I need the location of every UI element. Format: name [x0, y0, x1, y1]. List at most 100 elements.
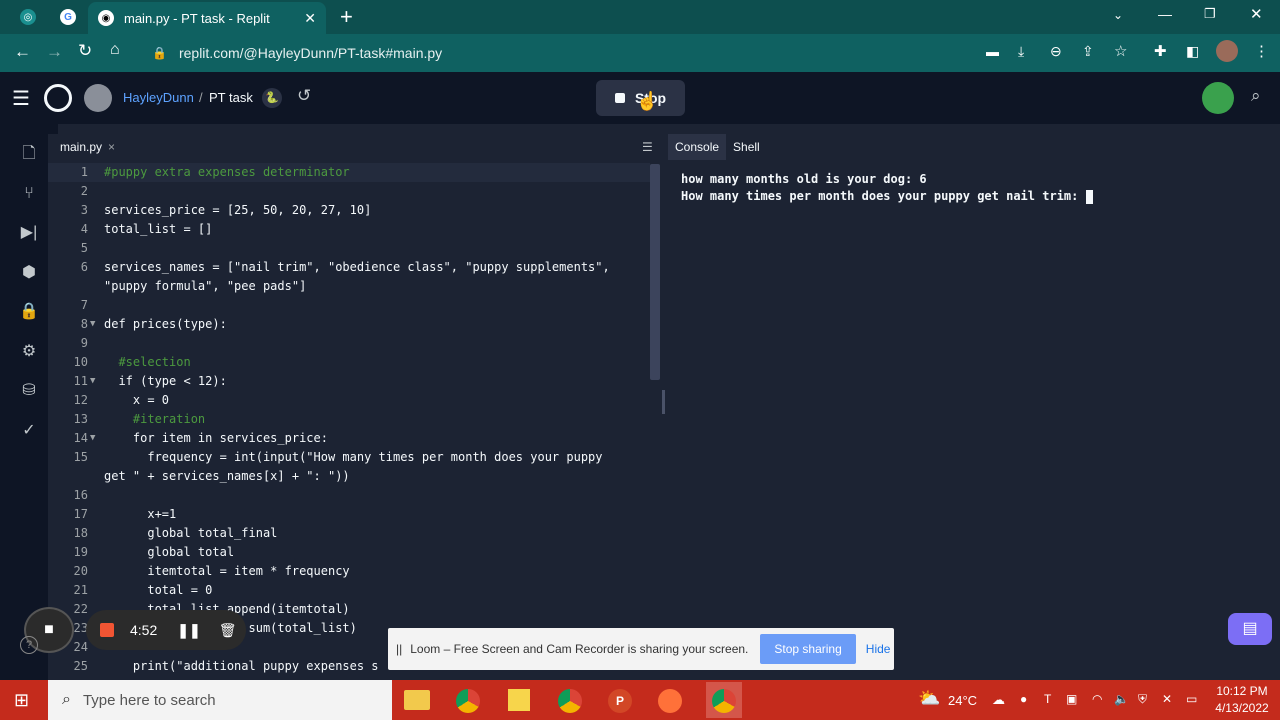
extensions-icon[interactable]: ✚	[1154, 42, 1167, 60]
code-line[interactable]: 7	[48, 296, 650, 315]
battery-icon[interactable]: ▭	[1186, 692, 1197, 706]
code-line[interactable]: 17 x+=1	[48, 505, 650, 524]
editor-settings-icon[interactable]: ☰	[642, 140, 653, 154]
new-tab-button[interactable]: +	[340, 4, 353, 30]
code-line[interactable]: 9	[48, 334, 650, 353]
forward-icon[interactable]: →	[46, 42, 63, 62]
file-tab-main-py[interactable]: main.py	[60, 140, 102, 154]
username-link[interactable]: HayleyDunn	[123, 90, 194, 105]
google-icon[interactable]: G	[60, 9, 76, 25]
wifi-icon[interactable]: ◠	[1092, 692, 1102, 706]
hamburger-icon[interactable]: ☰	[12, 86, 30, 111]
home-icon[interactable]: ⌂	[110, 41, 120, 59]
code-line[interactable]: 8 ▼ def prices(type):	[48, 315, 650, 334]
tab-search-icon[interactable]: ⌄	[1113, 8, 1123, 22]
chrome-profile-icon[interactable]	[558, 689, 582, 713]
code-line[interactable]: 3 services_price = [25, 50, 20, 27, 10]	[48, 201, 650, 220]
stop-sharing-button[interactable]: Stop sharing	[760, 634, 856, 664]
code-line[interactable]: 12 x = 0	[48, 391, 650, 410]
clock-time[interactable]: 10:12 PM	[1212, 684, 1272, 698]
share-icon[interactable]: ⇪	[1082, 43, 1094, 60]
taskbar-search[interactable]: ⌕ Type here to search	[48, 680, 392, 720]
chrome-tray-icon[interactable]: ●	[1020, 692, 1027, 706]
camera-icon[interactable]: ▬	[986, 44, 999, 59]
packages-icon[interactable]: ⬢	[19, 263, 39, 283]
loom-delete-icon[interactable]: 🗑	[219, 622, 237, 639]
loom-pause-icon[interactable]: ❚❚	[177, 622, 200, 639]
code-line[interactable]: 21 total = 0	[48, 581, 650, 600]
code-line[interactable]: 19 global total	[48, 543, 650, 562]
code-line[interactable]: 1 #puppy extra expenses determinator	[48, 163, 650, 182]
firefox-icon[interactable]	[658, 689, 682, 713]
secrets-lock-icon[interactable]: 🔒	[19, 302, 39, 322]
code-line[interactable]: 6 services_names = ["nail trim", "obedien…	[48, 258, 650, 277]
menu-kebab-icon[interactable]: ⋮	[1254, 42, 1269, 60]
settings-gear-icon[interactable]: ⚙	[19, 342, 39, 362]
check-icon[interactable]: ✓	[19, 421, 39, 441]
close-file-tab-icon[interactable]: ×	[108, 140, 115, 154]
account-avatar[interactable]	[1202, 82, 1234, 114]
close-tab-icon[interactable]: ✕	[304, 10, 316, 27]
sidepanel-icon[interactable]: ◧	[1186, 43, 1199, 60]
search-icon[interactable]: ⌕	[1251, 86, 1261, 106]
code-line[interactable]: 4 total_list = []	[48, 220, 650, 239]
tab-favicon-icon[interactable]: ◎	[20, 9, 36, 25]
back-icon[interactable]: ←	[14, 42, 31, 62]
hide-button[interactable]: Hide	[866, 642, 891, 656]
fold-chevron-icon[interactable]: ▼	[90, 429, 95, 448]
help-icon[interactable]: ?	[20, 636, 38, 654]
clock-date[interactable]: 4/13/2022	[1210, 701, 1274, 715]
chat-icon[interactable]: ▤	[1228, 613, 1272, 645]
code-line[interactable]: 14 ▼ for item in services_price:	[48, 429, 650, 448]
version-control-icon[interactable]: ⑂	[19, 184, 39, 204]
loom-record-stop-icon[interactable]	[100, 623, 114, 637]
minimize-icon[interactable]: —	[1158, 6, 1172, 22]
lock-icon[interactable]: 🔒	[152, 46, 167, 60]
code-line[interactable]: 20 itemtotal = item * frequency	[48, 562, 650, 581]
install-icon[interactable]: ⤓	[1018, 43, 1024, 60]
sticky-notes-icon[interactable]	[508, 689, 530, 711]
code-line[interactable]: get " + services_names[x] + ": "))	[48, 467, 650, 486]
close-window-icon[interactable]: ✕	[1250, 5, 1263, 23]
code-line[interactable]: 15 frequency = int(input("How many times…	[48, 448, 650, 467]
project-name[interactable]: PT task	[209, 90, 253, 105]
chrome-icon[interactable]	[456, 689, 480, 713]
files-icon[interactable]: 🗋	[19, 144, 39, 164]
chrome-active-icon[interactable]	[712, 689, 736, 713]
code-line[interactable]: 18 global total_final	[48, 524, 650, 543]
zoom-icon[interactable]: ⊖	[1050, 43, 1062, 60]
pane-resize-handle[interactable]	[662, 390, 665, 414]
fold-chevron-icon[interactable]: ▼	[90, 315, 95, 334]
volume-icon[interactable]: 🔈	[1114, 692, 1129, 706]
code-line[interactable]: 16	[48, 486, 650, 505]
onedrive-icon[interactable]: ☁	[992, 692, 1005, 708]
code-line[interactable]: 10 #selection	[48, 353, 650, 372]
windows-start-icon[interactable]: ⊞	[14, 690, 29, 711]
browser-tab-active[interactable]: ◉ main.py - PT task - Replit ✕	[88, 2, 326, 34]
bookmark-star-icon[interactable]: ☆	[1114, 42, 1127, 60]
debugger-icon[interactable]: ▶|	[19, 223, 39, 243]
editor-scrollbar[interactable]	[650, 164, 660, 380]
restore-icon[interactable]: ❐	[1204, 6, 1216, 22]
tab-shell[interactable]: Shell	[726, 134, 767, 160]
teams-icon[interactable]: T	[1044, 692, 1051, 706]
replit-logo-icon[interactable]	[44, 84, 72, 112]
code-line[interactable]: "puppy formula", "pee pads"]	[48, 277, 650, 296]
tab-console[interactable]: Console	[668, 134, 727, 160]
fold-chevron-icon[interactable]: ▼	[90, 372, 95, 391]
weather-icon[interactable]: ⛅	[918, 688, 940, 709]
file-explorer-icon[interactable]	[404, 690, 430, 710]
adobe-icon[interactable]: ✕	[1162, 692, 1172, 706]
code-line[interactable]: 2	[48, 182, 650, 201]
database-icon[interactable]: ⛁	[19, 381, 39, 401]
weather-temp[interactable]: 24°C	[948, 693, 977, 708]
profile-avatar[interactable]	[1216, 40, 1238, 62]
history-icon[interactable]: ↺	[297, 86, 311, 106]
console-input-line[interactable]: How many times per month does your puppy…	[681, 189, 1093, 204]
code-line[interactable]: 5	[48, 239, 650, 258]
powerpoint-icon[interactable]: P	[608, 689, 632, 713]
reload-icon[interactable]: ↻	[78, 41, 92, 61]
security-icon[interactable]: ⛨	[1138, 692, 1147, 707]
code-line[interactable]: 11 ▼ if (type < 12):	[48, 372, 650, 391]
tray-app-icon[interactable]: ▣	[1066, 692, 1077, 706]
